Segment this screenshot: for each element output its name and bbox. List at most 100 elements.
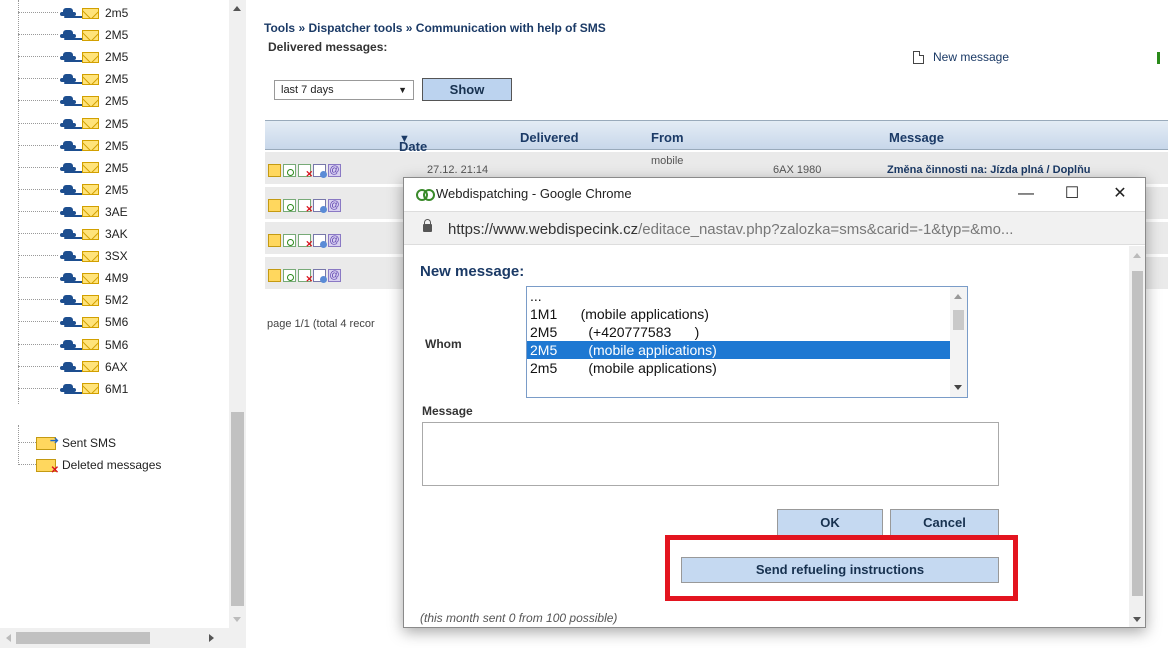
tree-item-vehicle[interactable]: 2M5 bbox=[18, 26, 128, 44]
tree-item-vehicle[interactable]: 2M5 bbox=[18, 92, 128, 110]
vehicle-icon bbox=[60, 52, 76, 62]
tree-item-vehicle[interactable]: 5M2 bbox=[18, 291, 128, 309]
scroll-down-icon[interactable] bbox=[233, 617, 241, 622]
delete-document-icon[interactable] bbox=[298, 164, 313, 180]
period-select[interactable]: last 7 days ▼ bbox=[274, 80, 414, 100]
scroll-up-icon[interactable] bbox=[233, 6, 241, 11]
tree-item-vehicle[interactable]: 6M1 bbox=[18, 380, 128, 398]
scroll-thumb[interactable] bbox=[16, 632, 150, 644]
scroll-up-icon[interactable] bbox=[954, 294, 962, 299]
maximize-button[interactable]: ☐ bbox=[1052, 182, 1092, 206]
cancel-button[interactable]: Cancel bbox=[890, 509, 999, 536]
url-text[interactable]: https://www.webdispecink.cz/editace_nast… bbox=[448, 221, 1013, 238]
email-at-icon[interactable]: @ bbox=[328, 234, 341, 247]
email-at-icon[interactable]: @ bbox=[328, 199, 341, 212]
listbox-scrollbar[interactable] bbox=[950, 287, 967, 397]
tree-item-vehicle[interactable]: 2M5 bbox=[18, 115, 128, 133]
reply-mail-icon[interactable] bbox=[268, 199, 281, 212]
reply-mail-icon[interactable] bbox=[268, 164, 281, 177]
envelope-icon bbox=[82, 184, 99, 196]
tree-item-label: 3SX bbox=[105, 249, 128, 264]
scroll-left-icon[interactable] bbox=[6, 634, 11, 642]
tree-item-vehicle[interactable]: 2m5 bbox=[18, 4, 128, 22]
vehicle-icon bbox=[60, 361, 76, 372]
reply-mail-icon[interactable] bbox=[268, 234, 281, 247]
recipient-option[interactable]: 2M5 (mobile applications) bbox=[527, 341, 967, 359]
tree-item-vehicle[interactable]: 2M5 bbox=[18, 70, 128, 88]
email-at-icon[interactable]: @ bbox=[328, 164, 341, 177]
recipient-option[interactable]: 2m5 (mobile applications) bbox=[527, 359, 967, 377]
delete-document-icon[interactable] bbox=[298, 199, 313, 215]
tree-vertical-scrollbar[interactable] bbox=[229, 0, 246, 628]
scroll-down-icon[interactable] bbox=[954, 385, 962, 390]
forward-document-icon[interactable] bbox=[313, 199, 327, 213]
delete-document-icon[interactable] bbox=[298, 234, 313, 250]
show-button[interactable]: Show bbox=[422, 78, 512, 101]
envelope-icon bbox=[82, 29, 99, 41]
view-document-icon[interactable] bbox=[283, 164, 296, 177]
window-titlebar[interactable]: Webdispatching - Google Chrome — ☐ ✕ bbox=[404, 178, 1145, 211]
view-document-icon[interactable] bbox=[283, 199, 296, 212]
recipient-listbox[interactable]: ... 1M1 (mobile applications) 2M5 (+420777… bbox=[526, 286, 968, 398]
reply-mail-icon[interactable] bbox=[268, 269, 281, 282]
vehicle-icon bbox=[60, 317, 76, 327]
cell-from: mobile bbox=[651, 155, 684, 167]
tree-item-vehicle[interactable]: 3AE bbox=[18, 203, 128, 221]
new-message-link[interactable]: New message bbox=[913, 50, 1009, 64]
forward-document-icon[interactable] bbox=[313, 234, 327, 248]
cell-message[interactable]: Změna činnosti na: Jízda plná / Doplňu bbox=[887, 164, 1091, 176]
vehicle-icon bbox=[60, 273, 76, 283]
recipient-option[interactable]: ... bbox=[527, 287, 967, 305]
address-bar[interactable]: https://www.webdispecink.cz/editace_nast… bbox=[404, 211, 1145, 245]
vehicle-icon bbox=[60, 96, 76, 106]
minimize-button[interactable]: — bbox=[1006, 182, 1046, 206]
envelope-icon bbox=[82, 228, 99, 240]
recipient-option[interactable]: 2M5 (+420777583 ) bbox=[527, 323, 967, 341]
scroll-right-icon[interactable] bbox=[209, 634, 214, 642]
close-button[interactable]: ✕ bbox=[1100, 182, 1140, 206]
message-textarea[interactable] bbox=[422, 422, 999, 486]
delete-document-icon[interactable] bbox=[298, 269, 313, 285]
tree-item-vehicle[interactable]: 6AX bbox=[18, 358, 128, 376]
tree-item-deleted-messages[interactable]: Deleted messages bbox=[18, 456, 161, 476]
vehicle-icon bbox=[60, 8, 76, 18]
column-delivered[interactable]: Delivered bbox=[520, 130, 579, 145]
tree-item-vehicle[interactable]: 2M5 bbox=[18, 181, 128, 199]
email-at-icon[interactable]: @ bbox=[328, 269, 341, 282]
window-title: Webdispatching - Google Chrome bbox=[436, 186, 632, 201]
scroll-thumb[interactable] bbox=[953, 310, 964, 330]
scroll-thumb[interactable] bbox=[1132, 271, 1143, 596]
scroll-thumb[interactable] bbox=[231, 412, 244, 606]
toolbar-icon-partial[interactable] bbox=[1157, 52, 1160, 64]
tree-item-sent-sms[interactable]: Sent SMS bbox=[18, 434, 116, 452]
tree-item-vehicle[interactable]: 2M5 bbox=[18, 48, 128, 66]
tree-item-vehicle[interactable]: 3AK bbox=[18, 225, 128, 243]
scroll-up-icon[interactable] bbox=[1133, 253, 1141, 258]
column-date[interactable]: Date ▼ bbox=[399, 130, 427, 154]
vehicle-icon bbox=[60, 140, 76, 151]
tree-item-vehicle[interactable]: 4M9 bbox=[18, 269, 128, 287]
forward-document-icon[interactable] bbox=[313, 269, 327, 283]
view-document-icon[interactable] bbox=[283, 269, 296, 282]
tree-item-vehicle[interactable]: 5M6 bbox=[18, 336, 128, 354]
breadcrumb[interactable]: Tools » Dispatcher tools » Communication… bbox=[264, 21, 606, 35]
vehicle-icon bbox=[60, 206, 76, 217]
tree-item-label: 6M1 bbox=[105, 381, 129, 396]
forward-document-icon[interactable] bbox=[313, 164, 327, 178]
tree-item-vehicle[interactable]: 2M5 bbox=[18, 137, 128, 155]
column-from[interactable]: From bbox=[651, 130, 684, 145]
recipient-option[interactable]: 1M1 (mobile applications) bbox=[527, 305, 967, 323]
screen: 2m5 2M5 2M5 2M5 2M5 2M5 2M5 2M5 2M5 3AE 3AK 3SX 4M9 5… bbox=[0, 0, 1168, 648]
tree-item-vehicle[interactable]: 3SX bbox=[18, 247, 128, 265]
scroll-down-icon[interactable] bbox=[1133, 617, 1141, 622]
tree-item-vehicle[interactable]: 5M6 bbox=[18, 313, 128, 331]
new-message-heading: New message: bbox=[420, 263, 525, 280]
column-message[interactable]: Message bbox=[889, 130, 944, 145]
ok-button[interactable]: OK bbox=[777, 509, 883, 536]
popup-vertical-scrollbar[interactable] bbox=[1129, 246, 1145, 627]
sms-quota-note: (this month sent 0 from 100 possible) bbox=[420, 611, 618, 625]
whom-label: Whom bbox=[425, 337, 462, 351]
tree-horizontal-scrollbar[interactable] bbox=[0, 628, 246, 648]
view-document-icon[interactable] bbox=[283, 234, 296, 247]
tree-item-vehicle[interactable]: 2M5 bbox=[18, 159, 128, 177]
